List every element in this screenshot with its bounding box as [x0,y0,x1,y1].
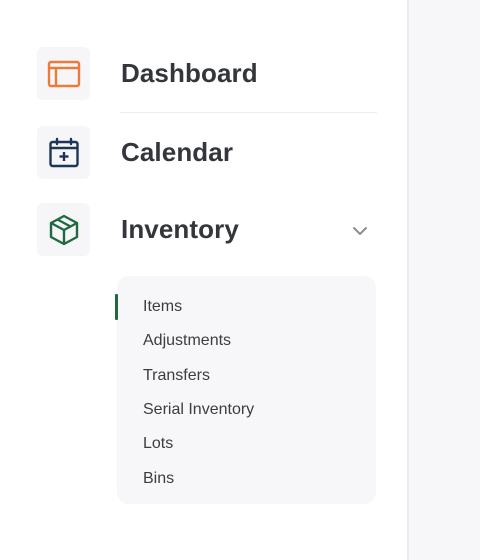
chevron-down-icon[interactable] [351,222,369,240]
nav-divider [120,112,377,113]
sidebar-item-label: Dashboard [121,58,258,88]
submenu-item-lots[interactable]: Lots [143,434,173,454]
layout-icon [47,60,80,87]
dashboard-icon-container [37,47,90,100]
sidebar-item-label: Calendar [121,137,234,167]
active-indicator [115,294,118,320]
submenu-item-bins[interactable]: Bins [143,469,174,489]
submenu-item-adjustments[interactable]: Adjustments [143,331,231,351]
sidebar-item-inventory[interactable]: Inventory [37,203,377,256]
main-content-area [409,0,480,560]
calendar-plus-icon [48,137,79,167]
calendar-icon-container [37,126,90,179]
sidebar: Dashboard Calendar Inventory Items Adjus… [0,0,407,560]
submenu-item-serial-inventory[interactable]: Serial Inventory [143,400,254,420]
sidebar-item-dashboard[interactable]: Dashboard [37,47,377,100]
sidebar-item-label: Inventory [121,214,239,244]
inventory-icon-container [37,203,90,256]
box-icon [49,214,78,245]
submenu-item-transfers[interactable]: Transfers [143,366,210,386]
submenu-item-items[interactable]: Items [143,297,182,317]
sidebar-item-calendar[interactable]: Calendar [37,126,377,179]
